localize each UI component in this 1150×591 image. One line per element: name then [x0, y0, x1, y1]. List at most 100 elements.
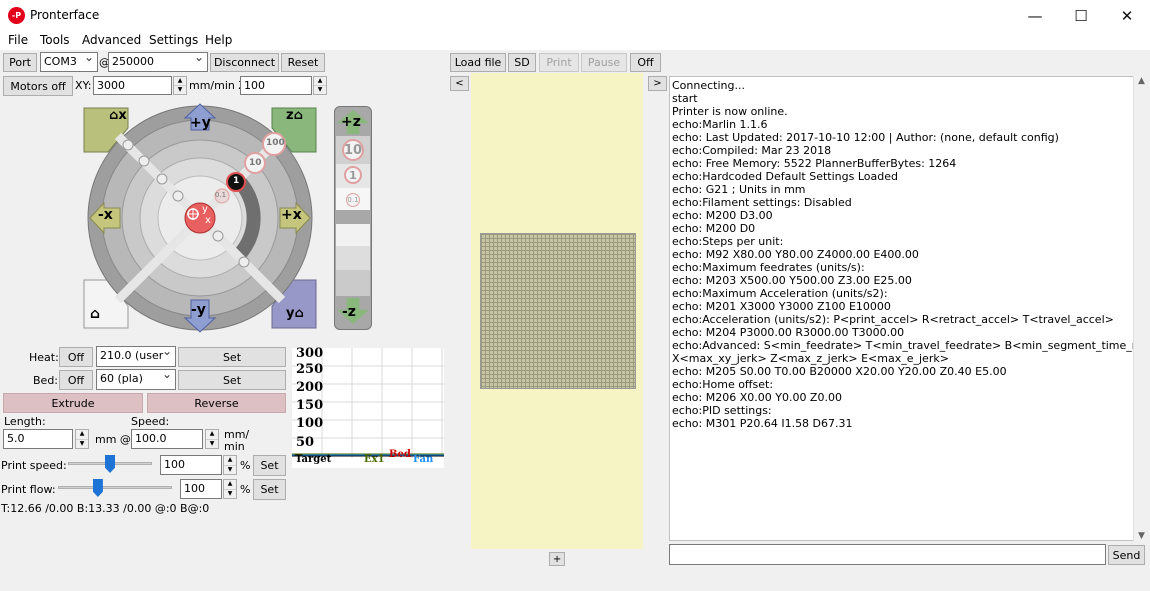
- print-flow-track[interactable]: [58, 486, 172, 489]
- print-flow-slider[interactable]: [92, 479, 103, 497]
- z-step-10-label: 10: [342, 139, 364, 161]
- sd-button[interactable]: SD: [508, 53, 536, 72]
- z-band-2: [336, 246, 370, 270]
- console-line: echo: M200 D0: [672, 222, 756, 235]
- console-line: echo:Compiled: Mar 23 2018: [672, 144, 832, 157]
- heat-temp-select[interactable]: 210.0 (user: [96, 346, 176, 367]
- reset-button[interactable]: Reset: [281, 53, 325, 72]
- graph-tick-100: 100: [296, 416, 324, 431]
- temperature-status-line: T:12.66 /0.00 B:13.33 /0.00 @:0 B@:0: [1, 502, 210, 515]
- heat-off-button[interactable]: Off: [59, 347, 93, 367]
- console-line: echo: M92 X80.00 Y80.00 Z4000.00 E400.00: [672, 248, 919, 261]
- graph-tick-250: 250: [296, 362, 324, 377]
- close-button[interactable]: ✕: [1104, 0, 1150, 31]
- console-line: echo:Acceleration (units/s2): P<print_ac…: [672, 313, 1114, 326]
- step-10-label: 10: [249, 158, 262, 168]
- console-line: Printer is now online.: [672, 105, 788, 118]
- print-speed-set-button[interactable]: Set: [253, 455, 286, 476]
- minus-x-label: -x: [98, 207, 113, 223]
- minimize-button[interactable]: —: [1012, 0, 1058, 31]
- z-feedrate-input[interactable]: 100: [240, 76, 312, 95]
- window-title: Pronterface: [30, 8, 100, 22]
- graph-legend-target: Target: [295, 454, 332, 465]
- title-bar: [0, 0, 1150, 31]
- print-flow-input[interactable]: 100: [180, 479, 222, 499]
- menu-file[interactable]: File: [8, 33, 28, 47]
- plus-z-label: +z: [341, 114, 361, 130]
- step-01-label: 0.1: [215, 191, 227, 199]
- scroll-up-icon[interactable]: ▲: [1134, 76, 1149, 86]
- print-flow-label: Print flow:: [1, 483, 56, 496]
- zoom-in-button[interactable]: +: [549, 552, 565, 566]
- extrude-button[interactable]: Extrude: [3, 393, 143, 413]
- bed-temp-value: 60 (pla): [100, 372, 143, 385]
- baud-value: 250000: [112, 55, 154, 68]
- print-speed-spinner[interactable]: ▲ ▼: [223, 455, 237, 475]
- reverse-button[interactable]: Reverse: [147, 393, 286, 413]
- xy-feedrate-input[interactable]: 3000: [93, 76, 172, 95]
- disconnect-button[interactable]: Disconnect: [210, 53, 279, 72]
- home-all-icon: ⌂: [90, 306, 101, 322]
- print-speed-input[interactable]: 100: [160, 455, 222, 475]
- console-scrollbar[interactable]: ▲ ▼: [1133, 76, 1149, 541]
- bed-set-button[interactable]: Set: [178, 370, 286, 390]
- heat-temp-value: 210.0 (user: [100, 349, 164, 362]
- menu-advanced[interactable]: Advanced: [82, 33, 141, 47]
- command-input[interactable]: [669, 544, 1106, 565]
- length-unit: mm @: [95, 433, 131, 446]
- print-flow-spinner[interactable]: ▲ ▼: [223, 479, 237, 499]
- pause-button[interactable]: Pause: [581, 53, 627, 72]
- console-line: echo: M200 D3.00: [672, 209, 773, 222]
- z-step-01-label: 0.1: [346, 193, 360, 207]
- step-100-label: 100: [266, 138, 285, 148]
- print-speed-unit: %: [240, 459, 251, 472]
- plus-x-label: +x: [281, 207, 302, 223]
- console-line: echo:Marlin 1.1.6: [672, 118, 768, 131]
- heat-label: Heat:: [29, 351, 59, 364]
- speed-spinner[interactable]: ▲ ▼: [205, 429, 219, 449]
- console-line: echo:Advanced: S<min_feedrate> T<min_tra…: [672, 339, 1134, 352]
- console-line: echo:Home offset:: [672, 378, 774, 391]
- step-1-label: 1: [233, 176, 240, 186]
- home-y-label: y⌂: [286, 306, 304, 321]
- motors-off-button[interactable]: Motors off: [3, 76, 73, 96]
- scroll-down-icon[interactable]: ▼: [1134, 531, 1149, 541]
- home-z-label: z⌂: [286, 108, 303, 123]
- menu-tools[interactable]: Tools: [40, 33, 70, 47]
- send-button[interactable]: Send: [1108, 545, 1145, 565]
- baud-select[interactable]: 250000: [108, 52, 208, 72]
- off-button[interactable]: Off: [630, 53, 661, 72]
- print-button[interactable]: Print: [539, 53, 579, 72]
- port-button[interactable]: Port: [3, 53, 37, 72]
- console-log[interactable]: Connecting... start Printer is now online.…: [669, 76, 1134, 541]
- console-line: echo:Maximum feedrates (units/s):: [672, 261, 865, 274]
- heat-set-button[interactable]: Set: [178, 347, 286, 367]
- console-line: echo:Steps per unit:: [672, 235, 784, 248]
- graph-tick-150: 150: [296, 398, 324, 413]
- speed-label: Speed:: [131, 415, 170, 428]
- length-spinner[interactable]: ▲ ▼: [75, 429, 89, 449]
- bed-temp-select[interactable]: 60 (pla): [96, 369, 176, 390]
- build-plate-grid[interactable]: [480, 233, 636, 389]
- load-file-button[interactable]: Load file: [450, 53, 506, 72]
- console-line: start: [672, 92, 698, 105]
- port-value: COM3: [44, 55, 77, 68]
- length-input[interactable]: 5.0: [3, 429, 73, 449]
- print-flow-set-button[interactable]: Set: [253, 479, 286, 500]
- console-line: echo:Maximum Acceleration (units/s2):: [672, 287, 888, 300]
- collapse-right-button[interactable]: >: [648, 76, 667, 91]
- xy-feedrate-spinner[interactable]: ▲ ▼: [173, 76, 187, 95]
- speed-unit-2: min: [224, 440, 245, 453]
- port-select[interactable]: COM3: [40, 52, 98, 72]
- maximize-button[interactable]: ☐: [1058, 0, 1104, 31]
- z-feedrate-spinner[interactable]: ▲ ▼: [313, 76, 327, 95]
- bed-off-button[interactable]: Off: [59, 370, 93, 390]
- menu-settings[interactable]: Settings: [149, 33, 198, 47]
- home-x-label: ⌂x: [109, 108, 127, 123]
- print-speed-slider[interactable]: [105, 455, 115, 473]
- console-line: Connecting...: [672, 79, 745, 92]
- console-line: echo: M204 P3000.00 R3000.00 T3000.00: [672, 326, 905, 339]
- speed-input[interactable]: 100.0: [131, 429, 203, 449]
- collapse-left-button[interactable]: <: [450, 76, 469, 91]
- menu-help[interactable]: Help: [205, 33, 232, 47]
